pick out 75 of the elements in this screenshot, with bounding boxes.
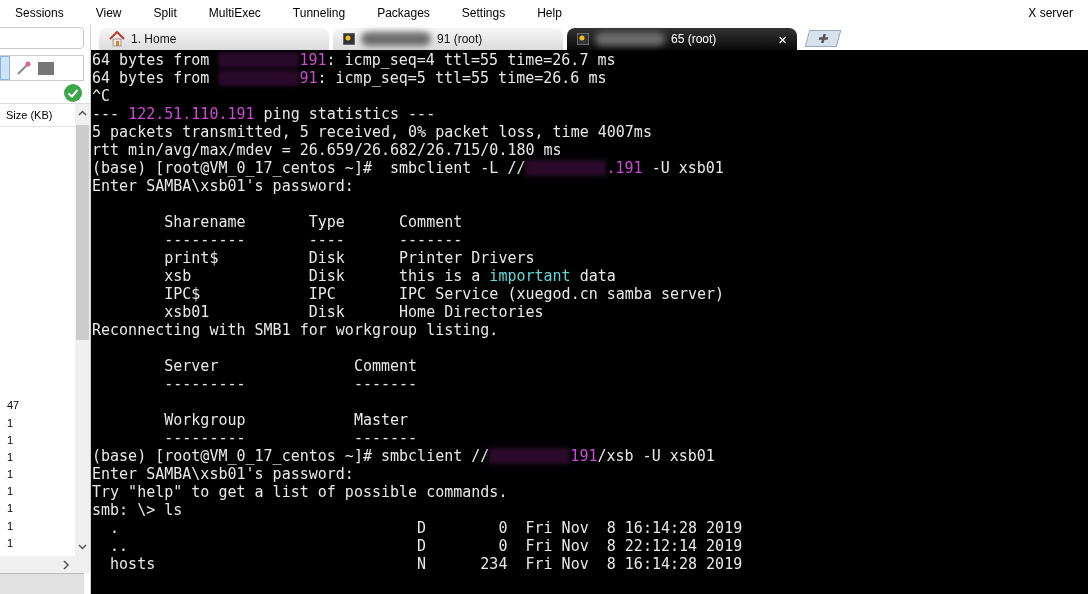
terminal-text: --- — [92, 105, 121, 123]
terminal-text: xsb Disk this is a — [163, 267, 482, 285]
menu-item[interactable]: Split — [144, 5, 186, 20]
scrollbar[interactable] — [75, 104, 90, 556]
size-value: 1 — [7, 518, 15, 534]
terminal-icon — [577, 33, 589, 45]
terminal-text: --------- ------- — [163, 375, 418, 393]
terminal-text: (base) [root@VM_0_17_centos ~]# smbclient -L // — [92, 159, 526, 177]
search-field[interactable] — [0, 27, 84, 49]
size-value: 1 — [7, 467, 15, 483]
terminal-text: print$ Disk Printer Drivers — [163, 249, 535, 267]
size-value: 1 — [7, 415, 15, 431]
terminal-text: Workgroup Master — [163, 411, 409, 429]
terminal-text: : icmp_seq=5 ttl=55 time=26.6 ms — [317, 69, 607, 87]
terminal-text: rtt min/avg/max/mdev = 26.659/26.682/26.715/0.180 ms — [92, 141, 562, 159]
terminal-text: /xsb -U xsb01 — [597, 447, 715, 465]
terminal-text: ping statistics --- — [262, 105, 436, 123]
session-tab[interactable]: 1. Home — [99, 28, 329, 50]
terminal-text: IPC$ IPC IPC Service (xuegod.cn samba server) — [163, 285, 725, 303]
terminal-text: 191 — [299, 51, 327, 69]
size-value: 1 — [7, 501, 15, 517]
terminal-text: .191 — [606, 159, 643, 177]
terminal-text: --------- ---- ------- — [163, 231, 463, 249]
terminal-text: . D 0 Fri Nov 8 16:14:28 2019 — [109, 519, 743, 537]
terminal-text: ^C — [92, 87, 111, 105]
terminal-text: data — [578, 267, 616, 285]
plus-icon — [816, 33, 830, 44]
home-icon — [109, 31, 125, 47]
session-tab[interactable]: 91 (root) — [333, 28, 563, 50]
redacted-text — [595, 32, 665, 46]
terminal-text: Enter SAMBA\xsb01's password: — [92, 465, 354, 483]
terminal-text: (base) [root@VM_0_17_centos ~]# smbclient // — [92, 447, 490, 465]
terminal-text: smb: \> ls — [92, 501, 183, 519]
size-value: 47 — [7, 398, 21, 414]
session-tab[interactable]: 65 (root) × — [567, 28, 797, 50]
terminal-text: important — [489, 267, 571, 285]
size-value: 1 — [7, 535, 15, 551]
terminal-text: Enter SAMBA\xsb01's password: — [92, 177, 354, 195]
terminal-text: 91 — [299, 69, 318, 87]
new-tab-button[interactable] — [804, 30, 842, 47]
terminal-text: 122.51.110.191 — [128, 105, 255, 123]
scroll-down-icon[interactable] — [77, 541, 88, 552]
menu-item[interactable]: X server — [1019, 5, 1082, 20]
terminal-text: 64 bytes from — [92, 69, 211, 87]
terminal-icon[interactable] — [38, 61, 54, 75]
terminal-text: Sharename Type Comment — [163, 213, 463, 231]
size-value: 1 — [7, 432, 15, 448]
terminal-text: 191 — [570, 447, 598, 465]
terminal-text: 64 bytes from — [92, 51, 211, 69]
terminal-text: : icmp_seq=4 ttl=55 time=26.7 ms — [326, 51, 616, 69]
terminal[interactable] — [91, 50, 1088, 594]
scroll-right-icon[interactable] — [62, 559, 70, 570]
menu-item[interactable]: Tunneling — [283, 5, 355, 20]
check-icon[interactable] — [64, 84, 82, 102]
close-icon[interactable]: × — [778, 31, 787, 47]
menu-item[interactable]: Help — [528, 5, 571, 20]
terminal-text: -U xsb01 — [650, 159, 724, 177]
terminal-text: Try "help" to get a list of possible commands. — [92, 483, 508, 501]
menu-item[interactable]: Settings — [452, 5, 515, 20]
menu-item[interactable]: Packages — [368, 5, 439, 20]
terminal-text: hosts N 234 Fri Nov 8 16:14:28 2019 — [109, 555, 743, 573]
redacted-text — [361, 32, 431, 46]
size-value: 1 — [7, 449, 15, 465]
menu-item[interactable]: MultiExec — [199, 5, 270, 20]
terminal-text: 5 packets transmitted, 5 received, 0% packet loss, time 4007ms — [92, 123, 652, 141]
terminal-icon — [343, 33, 355, 45]
terminal-text: Reconnecting with SMB1 for workgroup listing. — [92, 321, 499, 339]
terminal-text: xsb01 Disk Home Directories — [163, 303, 544, 321]
wand-icon[interactable] — [16, 60, 32, 76]
terminal-text: .. D 0 Fri Nov 8 22:12:14 2019 — [109, 537, 743, 555]
size-value: 1 — [7, 484, 15, 500]
terminal-text: Server Comment — [163, 357, 418, 375]
terminal-text: --------- ------- — [163, 429, 418, 447]
menu-item[interactable]: View — [86, 5, 131, 20]
menu-item[interactable]: Sessions — [6, 5, 73, 20]
